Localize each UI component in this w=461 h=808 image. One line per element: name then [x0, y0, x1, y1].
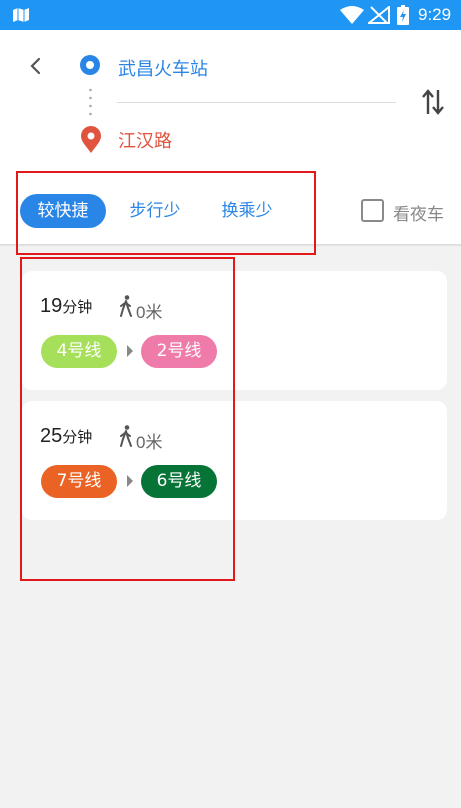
- origin-dot-icon: [80, 55, 100, 75]
- origin-field[interactable]: 武昌火车站: [118, 55, 208, 81]
- night-bus-checkbox[interactable]: [361, 199, 384, 222]
- highlight-frame-tabs: [16, 171, 316, 255]
- field-divider: [117, 102, 396, 103]
- destination-field[interactable]: 江汉路: [118, 127, 172, 153]
- status-time: 9:29: [418, 5, 452, 24]
- swap-vertical-icon[interactable]: [420, 88, 446, 116]
- chevron-left-icon[interactable]: [24, 54, 48, 78]
- wifi-icon: [340, 6, 364, 24]
- map-icon: [13, 8, 29, 22]
- no-signal-icon: [368, 6, 390, 24]
- destination-pin-icon: [81, 126, 101, 153]
- status-bar: 9:29: [0, 0, 461, 30]
- route-connector: [89, 88, 92, 116]
- highlight-frame-results: [20, 257, 235, 581]
- battery-charging-icon: [397, 5, 409, 25]
- night-bus-label: 看夜车: [393, 205, 444, 225]
